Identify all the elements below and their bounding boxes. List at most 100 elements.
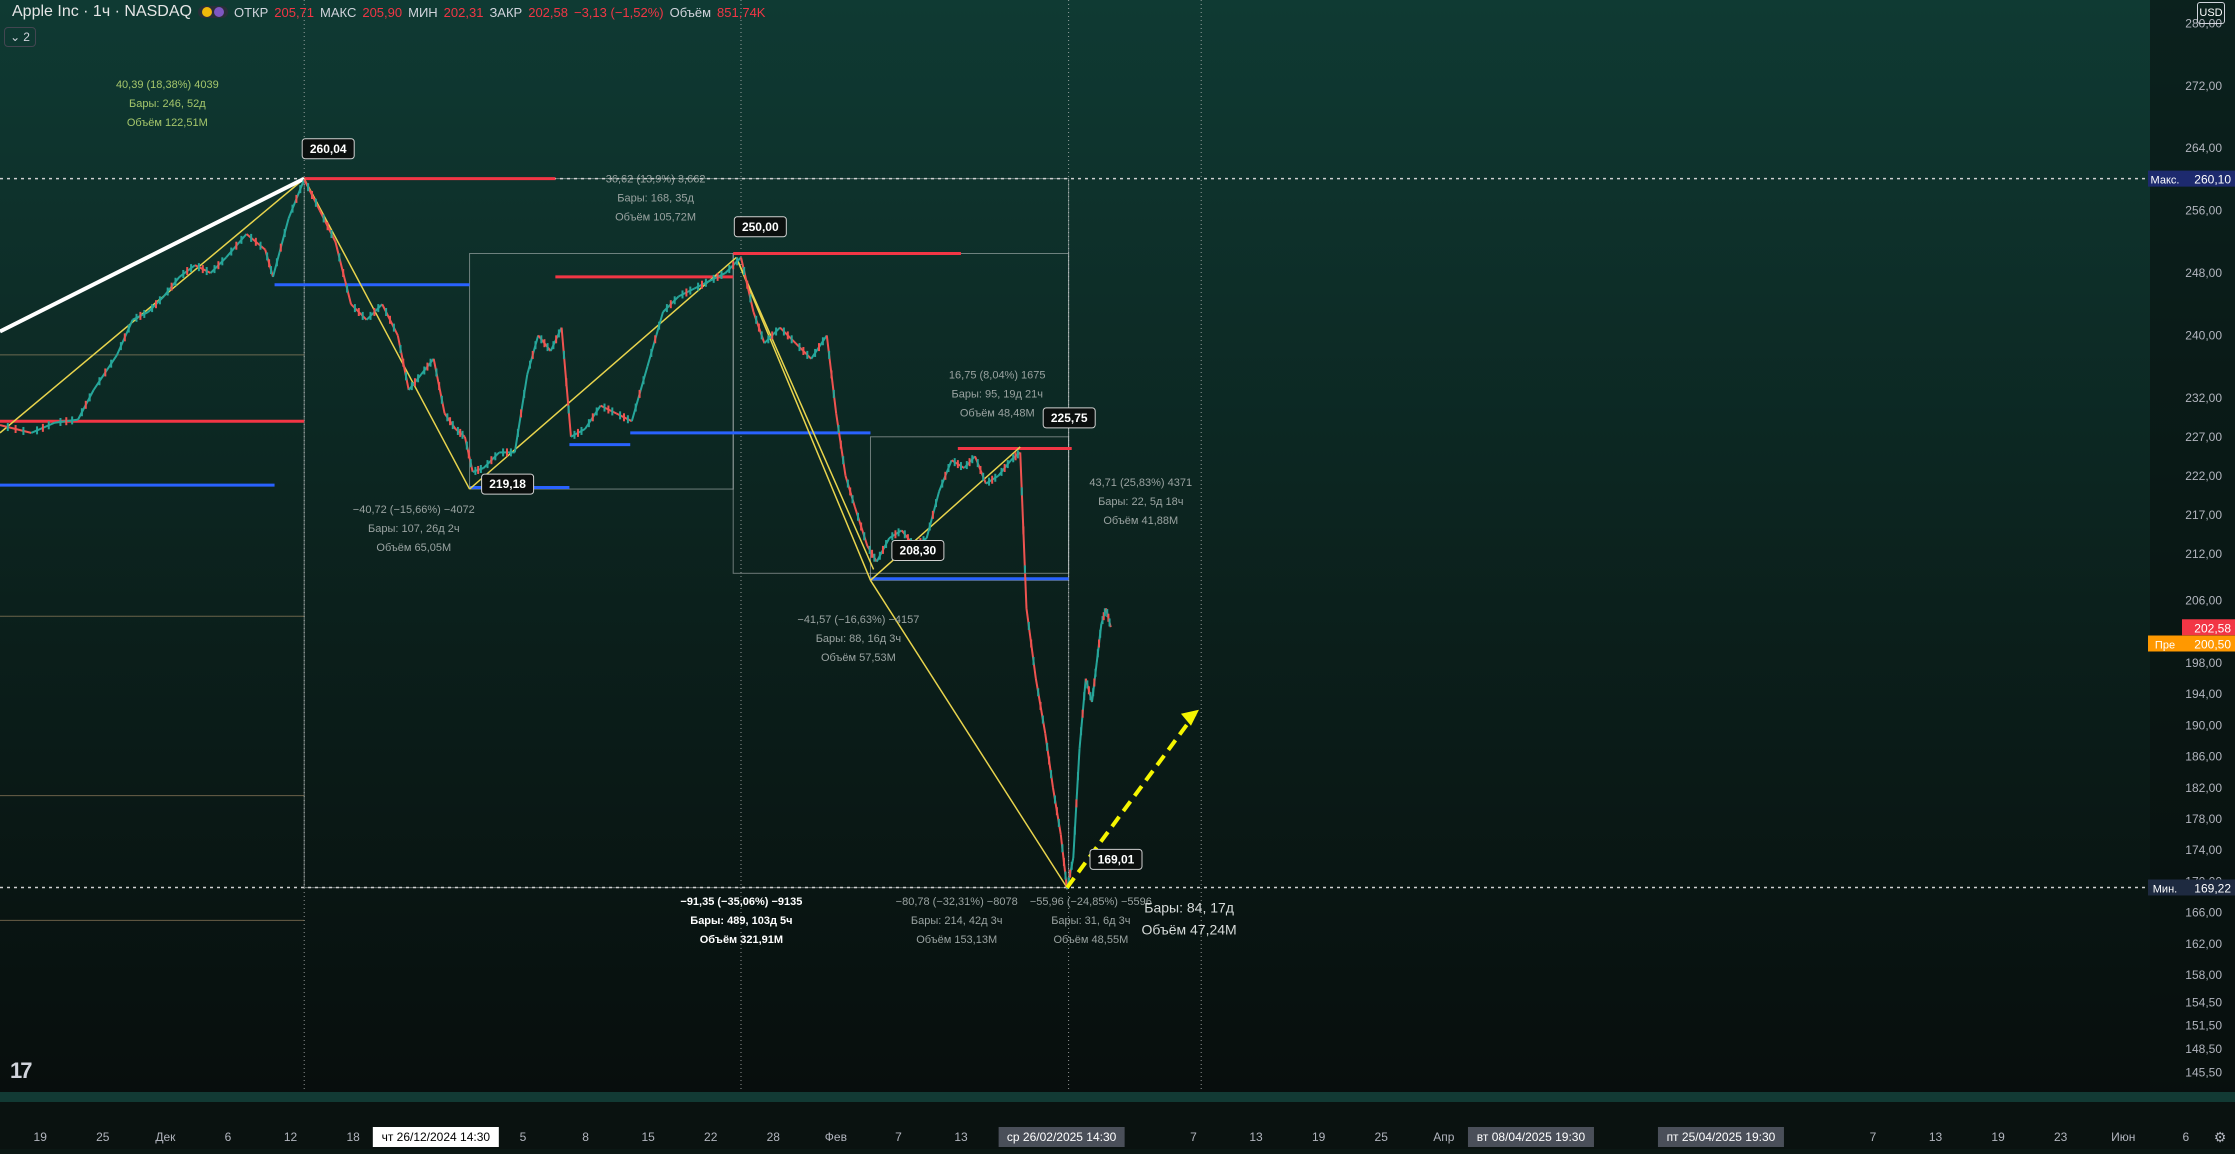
pivot-label: 250,00 xyxy=(742,220,779,234)
candle xyxy=(669,300,672,309)
high-label: МАКС xyxy=(320,4,357,20)
measurement-label: Объём 153,13M xyxy=(916,934,997,946)
candle xyxy=(947,464,950,472)
measurement-label: 43,71 (25,83%) 4371 xyxy=(1089,477,1192,489)
price-tick: 206,00 xyxy=(2185,594,2222,608)
candle xyxy=(389,315,391,324)
candle xyxy=(988,477,991,486)
candle xyxy=(523,389,526,398)
candle xyxy=(307,183,310,192)
candle xyxy=(417,374,420,383)
candle xyxy=(295,194,298,203)
price-tick: 182,00 xyxy=(2185,781,2222,795)
candle xyxy=(1041,715,1044,724)
candle xyxy=(654,335,657,344)
price-tick: 166,00 xyxy=(2185,906,2222,920)
price-tick: 145,50 xyxy=(2185,1066,2222,1080)
candle xyxy=(451,421,454,430)
candle xyxy=(1055,807,1058,816)
candle xyxy=(1050,770,1053,779)
candle xyxy=(573,430,576,439)
candle xyxy=(494,452,497,461)
candle xyxy=(311,191,313,199)
candle xyxy=(410,382,413,391)
candle xyxy=(976,459,979,468)
candle xyxy=(839,440,842,449)
candle xyxy=(158,296,161,305)
candle xyxy=(270,266,273,275)
candle xyxy=(127,324,130,333)
price-tick: 198,00 xyxy=(2185,656,2222,670)
measurement-label: Объём 41,88M xyxy=(1103,515,1178,527)
time-tick: Фев xyxy=(825,1130,847,1144)
candle xyxy=(798,343,801,352)
candle xyxy=(673,296,676,305)
open-value: 205,71 xyxy=(274,4,315,20)
candle xyxy=(98,377,101,386)
price-chart[interactable]: 260,04 250,00 219,18 208,30 225,75 169,01 40,3… xyxy=(0,0,2235,1149)
volume-value: 851,74K xyxy=(717,4,766,20)
candle xyxy=(885,540,888,549)
candle xyxy=(802,347,805,355)
candle xyxy=(665,304,668,313)
candle xyxy=(968,458,971,467)
candle xyxy=(782,327,785,336)
tradingview-logo[interactable]: 17 xyxy=(10,1058,33,1084)
candle xyxy=(104,368,107,377)
time-tick: 6 xyxy=(225,1130,232,1144)
measurement-label: Бары: 84, 17д xyxy=(1144,900,1234,916)
candle xyxy=(477,465,480,474)
candle xyxy=(728,265,731,274)
candle xyxy=(1076,772,1079,781)
high-value: 205,90 xyxy=(362,4,403,20)
price-tick: 232,00 xyxy=(2185,391,2222,405)
time-tick: 18 xyxy=(346,1130,360,1144)
candle xyxy=(897,528,900,537)
candle xyxy=(994,473,997,482)
candle xyxy=(474,466,477,475)
candle xyxy=(151,304,154,313)
candle xyxy=(1070,861,1073,870)
candle xyxy=(1075,799,1078,808)
candle xyxy=(552,341,555,350)
chart-stage[interactable]: 260,04 250,00 219,18 208,30 225,75 169,01 40,3… xyxy=(0,0,2235,1149)
candle xyxy=(846,479,849,488)
candle xyxy=(155,300,157,309)
layers-toggle-button[interactable]: ⌄ 2 xyxy=(4,27,36,47)
measurement-label: −91,35 (−35,06%) −9135 xyxy=(680,896,802,908)
symbol-title[interactable]: Apple Inc · 1ч · NASDAQ xyxy=(12,3,192,21)
candle xyxy=(1061,844,1064,853)
time-tick: Дек xyxy=(155,1130,176,1144)
candle xyxy=(217,261,220,270)
candle xyxy=(894,530,897,539)
candle xyxy=(456,426,459,435)
price-tick: 222,00 xyxy=(2185,469,2222,483)
candle xyxy=(557,329,560,338)
candle xyxy=(760,331,763,340)
currency-button[interactable]: USD xyxy=(2197,2,2225,24)
candle xyxy=(931,510,934,519)
time-tick: 19 xyxy=(1312,1130,1326,1144)
price-badge-value: 169,22 xyxy=(2194,881,2231,895)
measurement-label: Бары: 22, 5д 18ч xyxy=(1098,496,1183,508)
candle xyxy=(595,407,598,416)
candle xyxy=(186,267,189,276)
candle xyxy=(84,400,87,409)
candle xyxy=(22,426,25,435)
measurement-label: Объём 47,24M xyxy=(1142,922,1237,938)
candle xyxy=(174,277,177,286)
symbol-header: Apple Inc · 1ч · NASDAQ ОТКР 205,71 МАКС 2… xyxy=(6,2,765,22)
price-badge-label: Мин. xyxy=(2153,883,2177,895)
candle xyxy=(404,372,407,381)
candle xyxy=(385,308,388,316)
candle xyxy=(837,425,840,433)
chevron-down-icon: ⌄ xyxy=(10,30,21,44)
eye-icon[interactable] xyxy=(197,6,228,18)
candle xyxy=(543,339,546,348)
candle xyxy=(991,475,994,484)
measurement-label: Бары: 31, 6д 3ч xyxy=(1051,915,1130,927)
price-badge-label: Пре xyxy=(2155,640,2175,652)
candle xyxy=(326,222,329,231)
candle xyxy=(479,464,482,473)
candle xyxy=(322,214,325,223)
